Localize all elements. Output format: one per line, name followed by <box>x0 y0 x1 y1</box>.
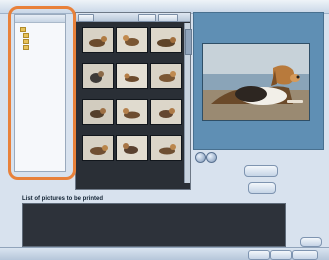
rotate-left-icon[interactable] <box>195 152 206 163</box>
rotate-right-icon[interactable] <box>206 152 217 163</box>
photo-thumbnail[interactable] <box>116 135 148 161</box>
photo-thumbnail[interactable] <box>150 27 182 53</box>
bottom-button[interactable] <box>292 250 318 260</box>
thumbnail-toolbar <box>76 13 190 22</box>
toolbar-button[interactable] <box>138 14 156 22</box>
thumbnail-scrollbar[interactable] <box>184 23 192 183</box>
photo-thumbnail[interactable] <box>150 135 182 161</box>
highlight-frame <box>8 6 76 180</box>
preview-image <box>202 43 310 121</box>
photo-thumbnail[interactable] <box>82 135 114 161</box>
print-list-area[interactable] <box>22 203 286 247</box>
photo-thumbnail[interactable] <box>82 27 114 53</box>
print-list-label: List of pictures to be printed <box>22 196 104 202</box>
toolbar-button[interactable] <box>158 14 178 22</box>
thumbnail-browser <box>75 12 192 190</box>
scrollbar-knob[interactable] <box>185 29 192 55</box>
photo-thumbnail[interactable] <box>150 63 182 89</box>
photo-thumbnail[interactable] <box>116 99 148 125</box>
photo-thumbnail[interactable] <box>82 63 114 89</box>
toolbar-button[interactable] <box>78 14 94 22</box>
photo-thumbnail[interactable] <box>82 99 114 125</box>
bottom-button[interactable] <box>248 250 270 260</box>
print-side-button[interactable] <box>300 237 322 247</box>
action-button[interactable] <box>244 165 278 177</box>
bottom-button[interactable] <box>270 250 292 260</box>
photo-thumbnail[interactable] <box>116 27 148 53</box>
photo-thumbnail[interactable] <box>116 63 148 89</box>
secondary-action-button[interactable] <box>248 182 276 194</box>
preview-panel <box>193 12 324 150</box>
photo-thumbnail[interactable] <box>150 99 182 125</box>
